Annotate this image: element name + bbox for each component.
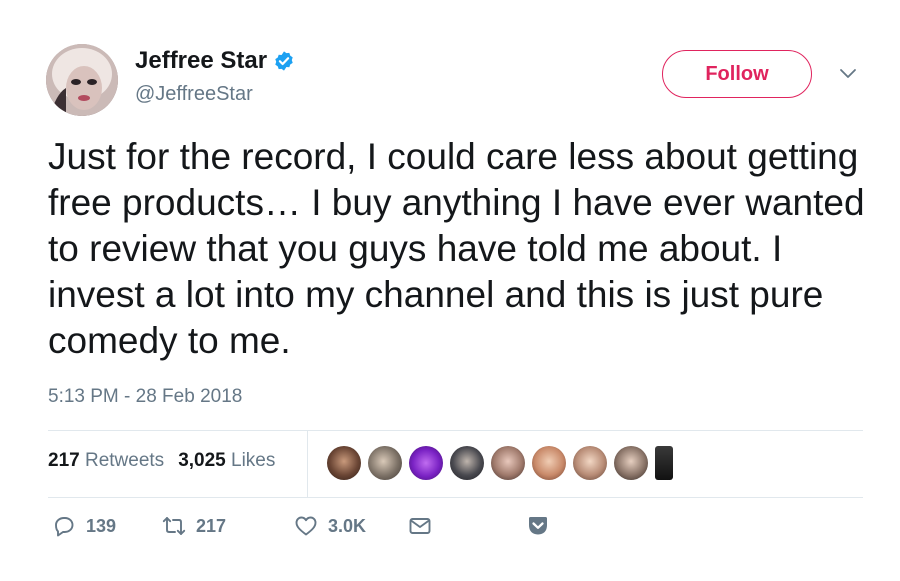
tweet-actions: 139 217 3.0K [52,514,550,538]
tweet-timestamp[interactable]: 5:13 PM - 28 Feb 2018 [48,386,242,408]
retweets-stat[interactable]: 217 Retweets [48,450,164,472]
tweet-text: Just for the record, I could care less a… [48,136,865,361]
likes-count: 3,025 [178,450,226,471]
stats-divider [307,431,308,497]
divider-top [48,430,863,431]
author-handle[interactable]: @JeffreeStar [135,83,253,106]
divider-bottom [48,497,863,498]
likers-avatars [327,446,673,480]
reply-count: 139 [86,515,117,536]
liker-avatar[interactable] [368,446,402,480]
retweet-button[interactable]: 217 [162,514,294,538]
retweet-count: 217 [196,515,227,536]
pocket-button[interactable] [526,514,550,538]
liker-avatar[interactable] [327,446,361,480]
retweet-icon [162,517,186,535]
display-name-text[interactable]: Jeffree Star [135,47,267,75]
chevron-down-icon[interactable] [838,64,858,84]
liker-avatar[interactable] [532,446,566,480]
likes-stat[interactable]: 3,025 Likes [178,450,275,472]
reply-button[interactable]: 139 [52,514,162,538]
likes-label: Likes [231,450,276,471]
liker-avatar[interactable] [409,446,443,480]
author-name[interactable]: Jeffree Star [135,47,295,75]
liker-avatar[interactable] [655,446,673,480]
engagement-stats: 217 Retweets 3,025 Likes [48,450,275,472]
pocket-save-icon [529,517,547,535]
liker-avatar[interactable] [450,446,484,480]
like-button[interactable]: 3.0K [294,514,408,538]
envelope-icon [409,518,431,534]
follow-button[interactable]: Follow [662,50,812,98]
avatar-image [46,44,118,116]
liker-avatar[interactable] [614,446,648,480]
liker-avatar[interactable] [573,446,607,480]
heart-icon [295,516,317,536]
direct-message-button[interactable] [408,514,526,538]
retweets-count: 217 [48,450,80,471]
like-count: 3.0K [328,515,367,536]
liker-avatar[interactable] [491,446,525,480]
retweets-label: Retweets [84,450,165,471]
author-avatar[interactable] [46,44,118,116]
verified-badge-icon [275,51,293,71]
reply-icon [55,517,74,537]
